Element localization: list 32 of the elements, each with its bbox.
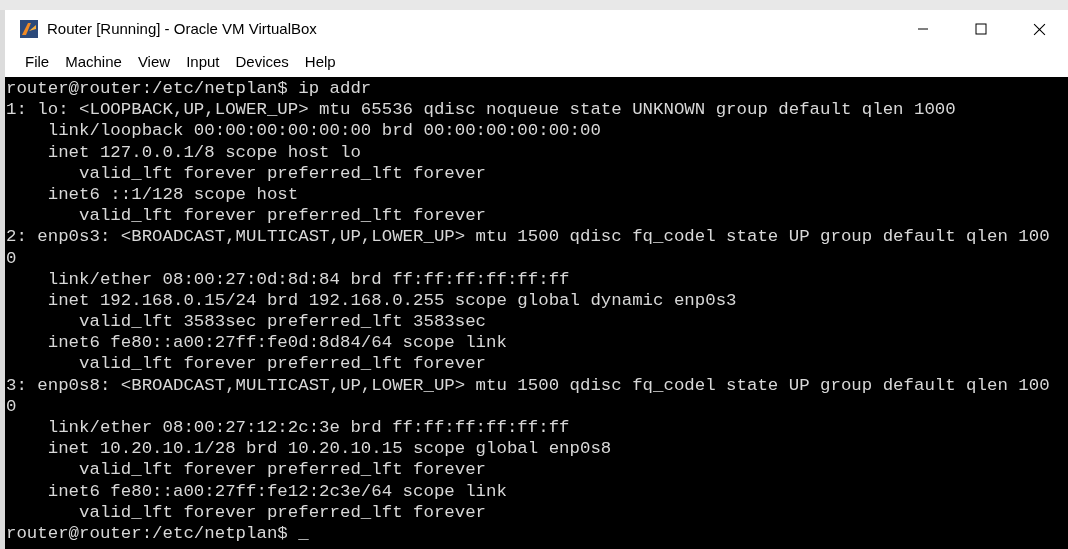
terminal-line: router@router:/etc/netplan$ _: [5, 522, 309, 545]
menu-item[interactable]: View: [131, 51, 177, 74]
terminal-line: valid_lft forever preferred_lft forever: [78, 353, 487, 375]
terminal-line: 0: [5, 247, 17, 269]
terminal-line: inet6 ::1/128 scope host: [46, 183, 299, 206]
maximize-icon: [975, 23, 987, 35]
terminal-line: valid_lft forever preferred_lft forever: [78, 501, 487, 523]
terminal-line: 3: enp0s8: <BROADCAST,MULTICAST,UP,LOWER_UP> mtu 1500 qdisc fq_codel state UP group default qlen 100: [5, 374, 1050, 396]
terminal-line: inet 127.0.0.1/8 scope host lo: [46, 141, 361, 163]
terminal-line: router@router:/etc/netplan$ ip addr: [5, 78, 372, 100]
terminal-line: inet6 fe80::a00:27ff:fe12:2c3e/64 scope link: [46, 480, 507, 502]
terminal-line: inet6 fe80::a00:27ff:fe0d:8d84/64 scope link: [46, 332, 507, 354]
terminal-line: valid_lft 3583sec preferred_lft 3583sec: [78, 311, 487, 333]
terminal-line: 0: [5, 395, 17, 417]
close-icon: [1032, 22, 1046, 36]
menu-item[interactable]: Machine: [59, 51, 128, 74]
terminal-line: link/ether 08:00:27:0d:8d:84 brd ff:ff:ff:ff:ff:ff: [46, 268, 570, 290]
terminal-line: inet 192.168.0.15/24 brd 192.168.0.255 scope global dynamic enp0s3: [46, 289, 737, 312]
menu-item[interactable]: Devices: [229, 51, 295, 74]
terminal-line: valid_lft forever preferred_lft forever: [78, 459, 487, 481]
menu-item[interactable]: Input: [180, 51, 226, 74]
terminal-line: valid_lft forever preferred_lft forever: [78, 205, 487, 227]
menu-item[interactable]: Help: [298, 51, 342, 74]
terminal-line: link/loopback 00:00:00:00:00:00 brd 00:00:00:00:00:00: [46, 120, 601, 142]
terminal-line: 1: lo: <LOOPBACK,UP,LOWER_UP> mtu 65536 qdisc noqueue state UNKNOWN group default qlen 1000: [5, 99, 956, 121]
app-logo-icon: [19, 19, 39, 39]
window-title: Router [Running] - Oracle VM VirtualBox: [47, 18, 317, 39]
menu-item[interactable]: File: [19, 51, 56, 74]
terminal-line: 2: enp0s3: <BROADCAST,MULTICAST,UP,LOWER_UP> mtu 1500 qdisc fq_codel state UP group default qlen 100: [5, 226, 1050, 248]
terminal-line: link/ether 08:00:27:12:2c:3e brd ff:ff:ff:ff:ff:ff: [46, 417, 570, 439]
terminal-line: inet 10.20.10.1/28 brd 10.20.10.15 scope global enp0s8: [46, 438, 612, 460]
terminal-line: valid_lft forever preferred_lft forever: [78, 162, 487, 184]
